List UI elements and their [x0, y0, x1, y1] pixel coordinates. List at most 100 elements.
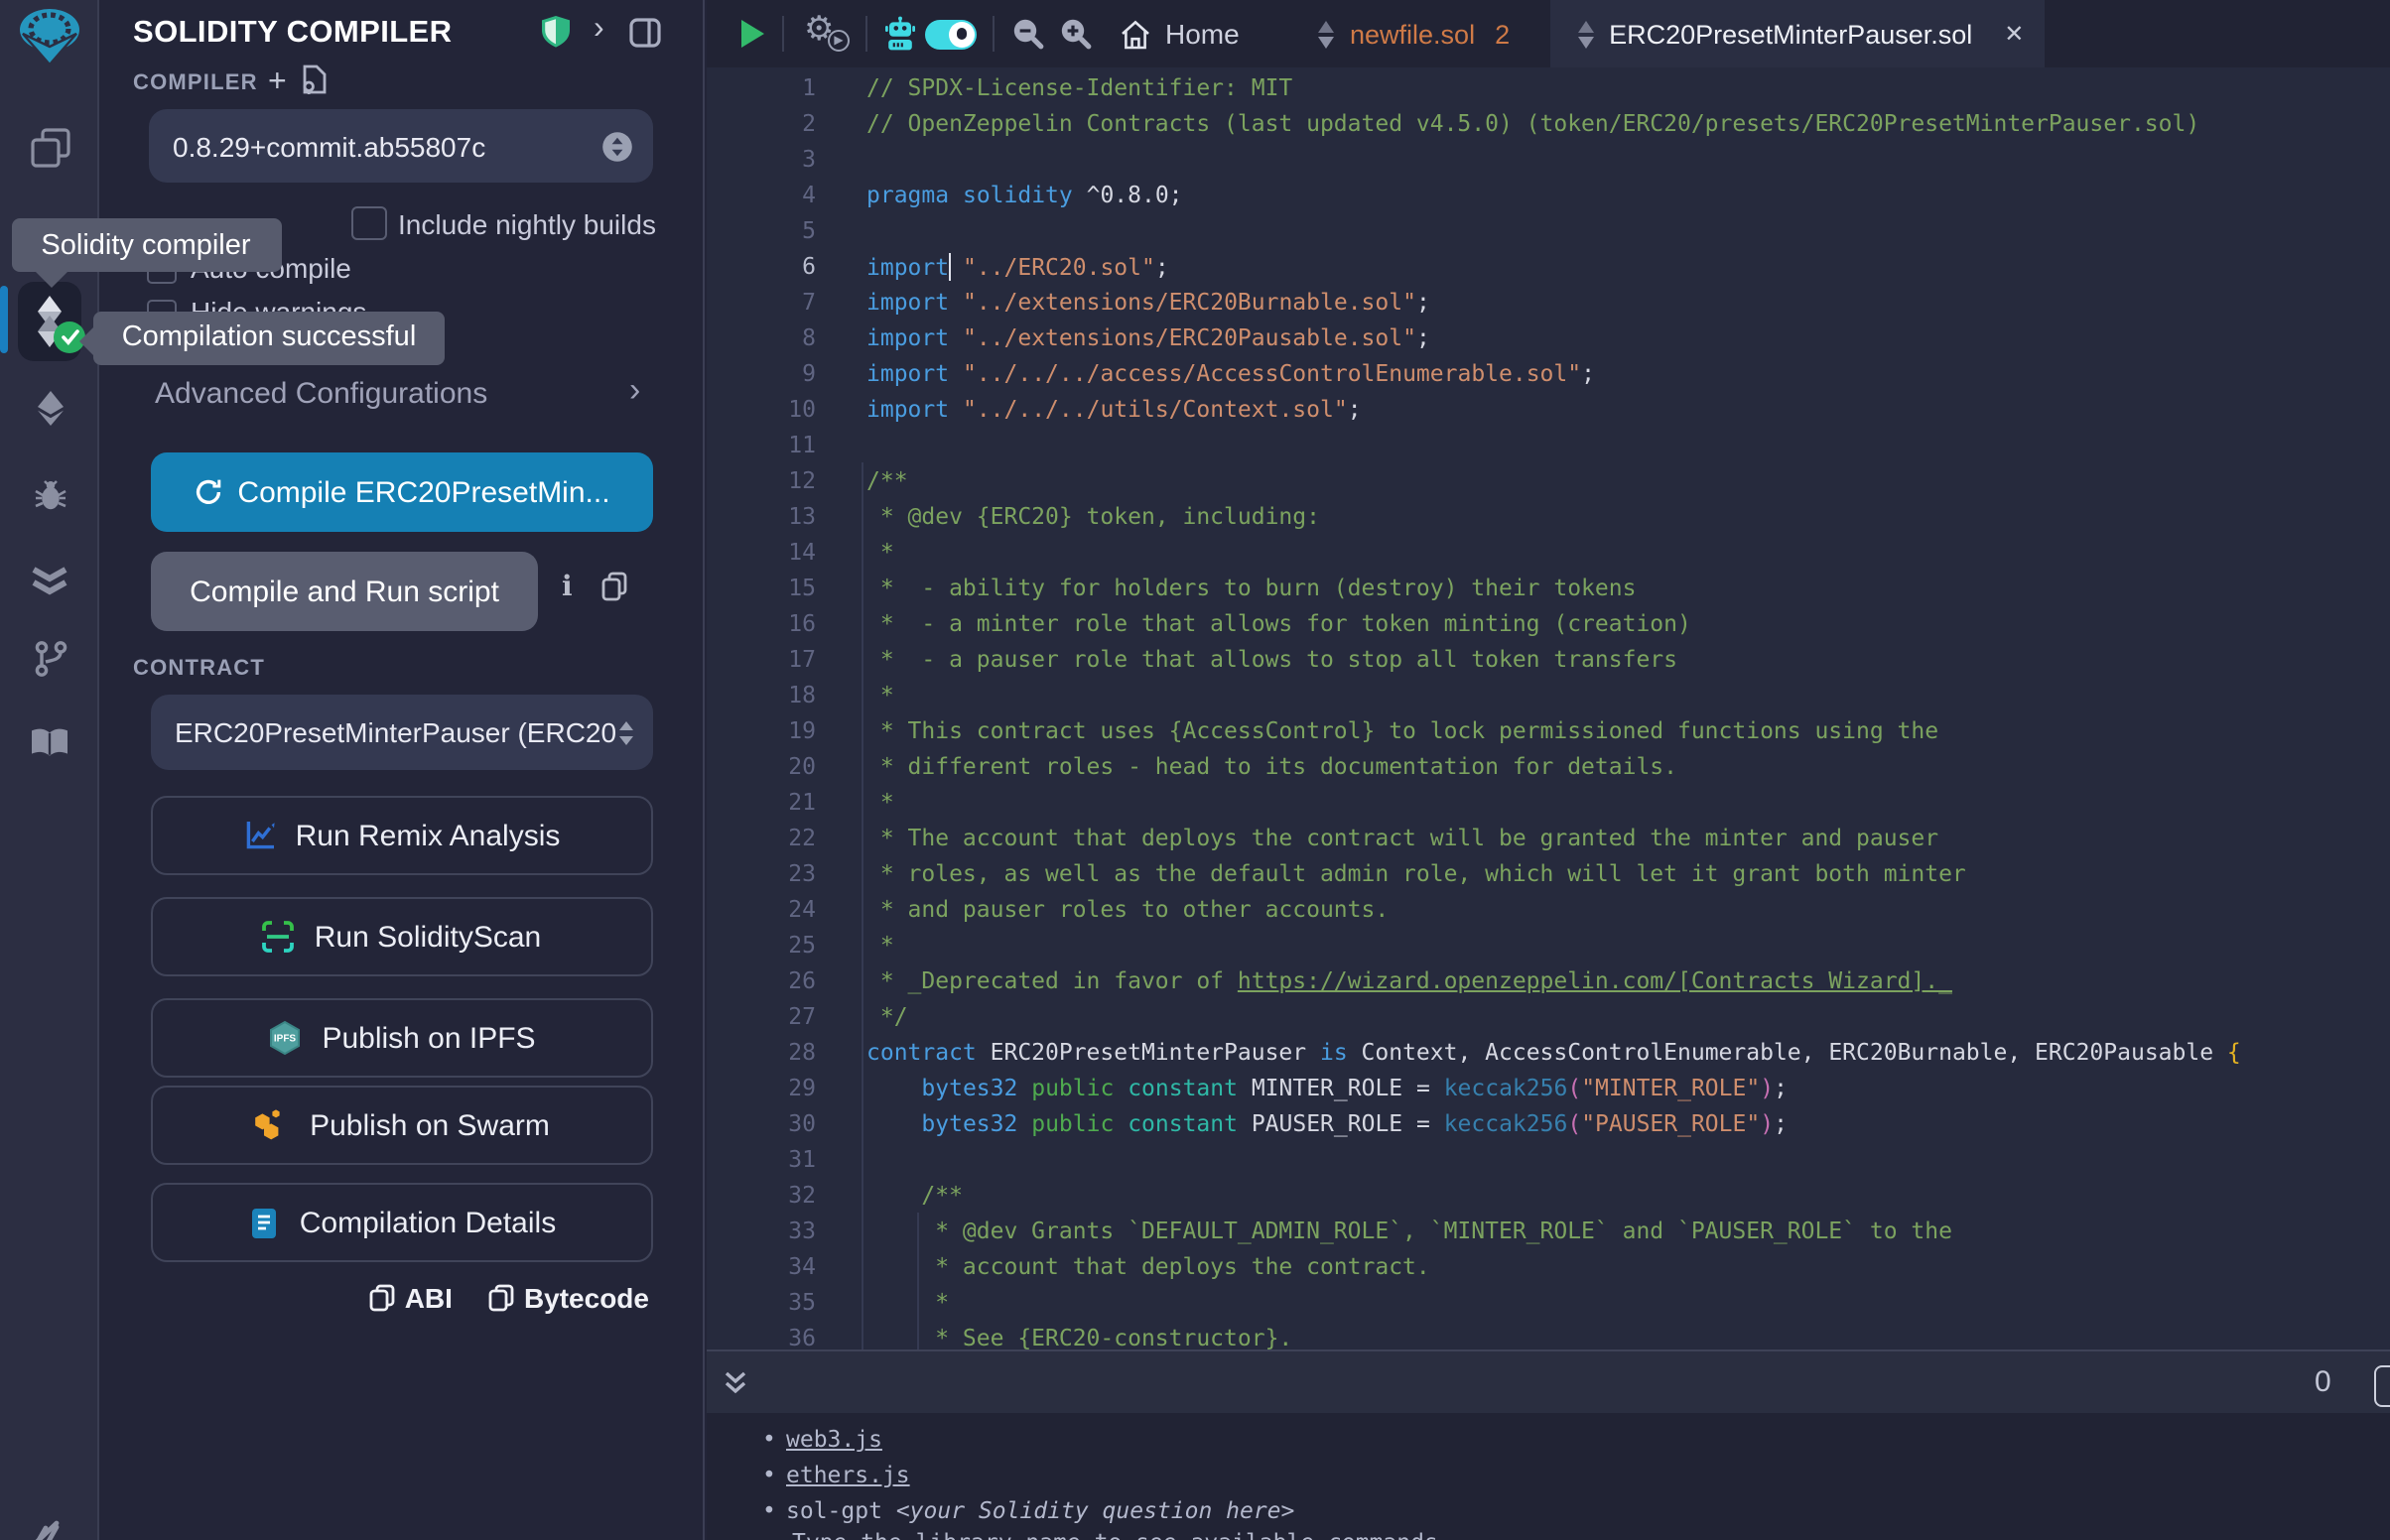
code-line: * account that deploys the contract.	[866, 1248, 2241, 1284]
file-explorer-icon[interactable]	[0, 127, 99, 169]
code-line	[866, 1141, 2241, 1177]
editor-area: ⚙ ▶	[707, 0, 2390, 1540]
bottom-partial-icon[interactable]	[0, 1520, 99, 1540]
solidity-file-icon	[1575, 19, 1595, 49]
code-line: * _Deprecated in favor of https://wizard…	[866, 962, 2241, 998]
info-icon[interactable]: i	[562, 572, 573, 603]
code-line: import "../../../utils/Context.sol";	[866, 391, 2241, 427]
copy-icon	[369, 1284, 395, 1312]
code-line: *	[866, 534, 2241, 570]
code-line: bytes32 public constant PAUSER_ROLE = ke…	[866, 1105, 2241, 1141]
collapse-chevron-icon[interactable]: ›	[594, 12, 604, 48]
plugin-book-icon[interactable]	[0, 726, 99, 760]
tab-active-file[interactable]: ERC20PresetMinterPauser.sol✕	[1549, 0, 2044, 67]
copy-icon	[488, 1284, 514, 1312]
code-line: *	[866, 677, 2241, 712]
static-analysis-icon[interactable]	[0, 564, 99, 597]
compiler-settings-gear-icon[interactable]: ⚙ ▶	[804, 10, 835, 50]
contract-section-label: CONTRACT	[133, 657, 265, 681]
code-editor[interactable]: 1234567891011121314151617181920212223242…	[707, 67, 2390, 1349]
git-branch-icon[interactable]	[0, 639, 99, 679]
add-compiler-icon[interactable]: +	[268, 65, 287, 101]
analysis-chart-icon	[244, 820, 276, 851]
abi-bytecode-row: ABI Bytecode	[151, 1282, 653, 1314]
zoom-out-icon[interactable]	[1010, 16, 1046, 52]
publish-on-swarm-button[interactable]: Publish on Swarm	[151, 1086, 653, 1165]
code-line: * - ability for holders to burn (destroy…	[866, 570, 2241, 605]
advanced-configurations[interactable]: Advanced Configurations	[155, 377, 487, 411]
publish-on-ipfs-button[interactable]: IPFSPublish on IPFS	[151, 998, 653, 1078]
code-line: /**	[866, 462, 2241, 498]
code-line: *	[866, 927, 2241, 962]
code-line: * roles, as well as the default admin ro…	[866, 855, 2241, 891]
code-line: */	[866, 998, 2241, 1034]
unsaved-changes-badge: 2	[1495, 19, 1510, 49]
run-remix-analysis-button[interactable]: Run Remix Analysis	[151, 796, 653, 875]
home-icon	[1120, 17, 1151, 51]
run-script-play-icon[interactable]	[738, 18, 766, 50]
remix-logo-icon[interactable]	[0, 8, 99, 65]
terminal-clipped-control[interactable]	[2374, 1365, 2390, 1407]
compiler-version-select[interactable]: 0.8.29+commit.ab55807c	[149, 109, 653, 183]
compilation-details-button[interactable]: Compilation Details	[151, 1183, 653, 1262]
close-tab-icon[interactable]: ✕	[2004, 20, 2024, 48]
code-line: bytes32 public constant MINTER_ROLE = ke…	[866, 1070, 2241, 1105]
deploy-run-icon[interactable]	[0, 389, 99, 427]
terminal-entry: •web3.js	[707, 1421, 2390, 1457]
ai-copilot-toggle[interactable]	[925, 19, 977, 50]
contract-select[interactable]: ERC20PresetMinterPauser (ERC20	[151, 695, 653, 770]
advanced-chevron-icon[interactable]: ›	[629, 371, 640, 411]
contract-value: ERC20PresetMinterPauser (ERC20	[151, 716, 616, 748]
code-line: pragma solidity ^0.8.0;	[866, 177, 2241, 212]
code-line: * and pauser roles to other accounts.	[866, 891, 2241, 927]
terminal-link[interactable]: web3.js	[786, 1425, 882, 1453]
compile-button[interactable]: Compile ERC20PresetMin...	[151, 452, 653, 532]
refresh-icon	[194, 478, 221, 506]
copy-abi-button[interactable]: ABI	[369, 1282, 453, 1314]
code-line: import "../extensions/ERC20Burnable.sol"…	[866, 284, 2241, 320]
swarm-icon	[254, 1109, 290, 1141]
remix-ai-robot-icon[interactable]	[883, 16, 917, 52]
terminal-header-bar[interactable]: 0	[707, 1349, 2390, 1413]
file-tabs: newfile.sol2ERC20PresetMinterPauser.sol✕	[1294, 0, 2044, 67]
copy-script-icon[interactable]	[601, 572, 627, 601]
tab-home[interactable]: Home	[1120, 0, 1240, 67]
terminal-entry: •ethers.js	[707, 1457, 2390, 1492]
terminal-output[interactable]: •web3.js•ethers.js•sol-gpt <your Solidit…	[707, 1413, 2390, 1540]
code-content: // SPDX-License-Identifier: MIT// OpenZe…	[866, 69, 2241, 1349]
line-number-gutter: 1234567891011121314151617181920212223242…	[707, 69, 816, 1349]
code-line: * - a pauser role that allows to stop al…	[866, 641, 2241, 677]
code-line: * The account that deploys the contract …	[866, 820, 2241, 855]
expand-terminal-chevrons-icon[interactable]	[723, 1369, 748, 1395]
compiler-section-label: COMPILER	[133, 71, 258, 95]
compile-and-run-button[interactable]: Compile and Run script	[151, 552, 538, 631]
svg-text:IPFS: IPFS	[274, 1034, 297, 1045]
compiler-version-value: 0.8.29+commit.ab55807c	[149, 130, 485, 162]
file-badge-icon[interactable]	[300, 64, 328, 95]
code-line: *	[866, 784, 2241, 820]
compiler-tooltip: Solidity compiler	[11, 218, 281, 272]
code-line: contract ERC20PresetMinterPauser is Cont…	[866, 1034, 2241, 1070]
code-line: // SPDX-License-Identifier: MIT	[866, 69, 2241, 105]
tab-modified-file[interactable]: newfile.sol2	[1294, 0, 1549, 67]
zoom-in-icon[interactable]	[1058, 16, 1094, 52]
remix-ide-window: SOLIDITY COMPILER › COMPILER + 0.8.29+co…	[0, 0, 2390, 1540]
code-line	[866, 141, 2241, 177]
shield-icon	[542, 16, 570, 48]
terminal-link[interactable]: ethers.js	[786, 1461, 910, 1488]
include-nightly-checkbox[interactable]	[350, 205, 386, 239]
solidity-file-icon	[1316, 19, 1336, 49]
indent-guide	[862, 462, 863, 1349]
select-spinner-icon	[601, 131, 633, 163]
debugger-bug-icon[interactable]	[0, 476, 99, 514]
action-buttons: Run Remix AnalysisRun SolidityScanIPFSPu…	[151, 796, 653, 1272]
code-line	[866, 427, 2241, 462]
code-line: * @dev Grants `DEFAULT_ADMIN_ROLE`, `MIN…	[866, 1213, 2241, 1248]
contract-select-arrows-icon	[617, 720, 635, 746]
copy-bytecode-button[interactable]: Bytecode	[488, 1282, 649, 1314]
terminal-listen-count: 0	[2315, 1365, 2331, 1399]
code-line: // OpenZeppelin Contracts (last updated …	[866, 105, 2241, 141]
run-solidityscan-button[interactable]: Run SolidityScan	[151, 897, 653, 976]
code-line: * different roles - head to its document…	[866, 748, 2241, 784]
panel-layout-icon[interactable]	[629, 18, 661, 48]
